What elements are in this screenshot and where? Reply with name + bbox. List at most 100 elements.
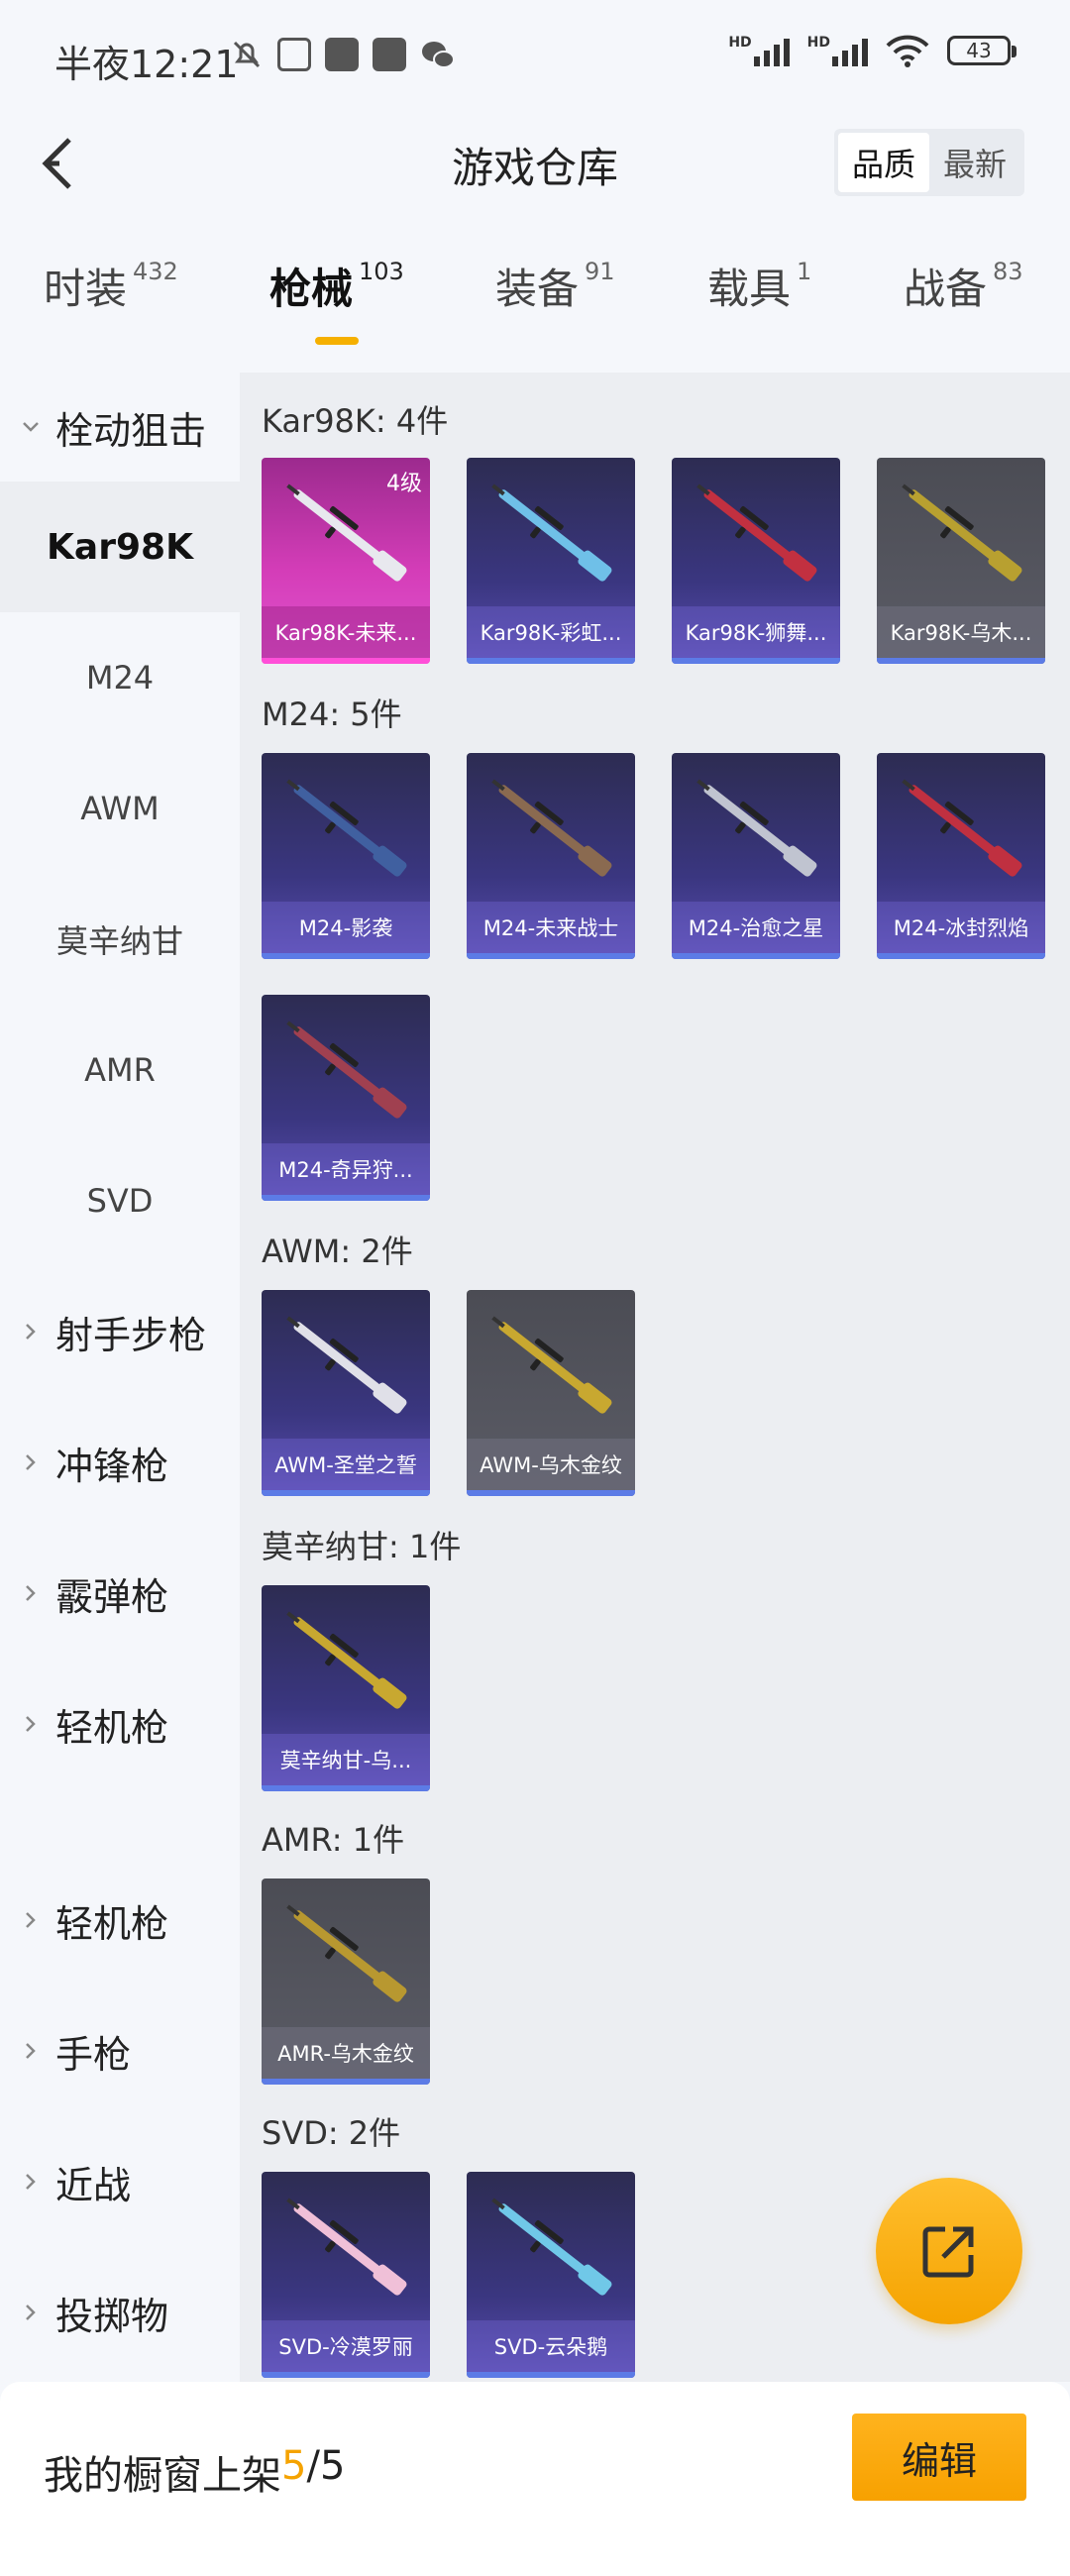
sidebar-item-label: 莫辛纳甘 (55, 922, 183, 960)
sidebar-category-pistol[interactable]: 手枪 (0, 1986, 240, 2116)
tab-count: 1 (797, 258, 812, 285)
rifle-image (491, 1316, 612, 1414)
chevron-right-icon (22, 2173, 40, 2191)
nfc-icon (277, 38, 311, 71)
skin-card[interactable]: M24-治愈之星 (672, 753, 840, 959)
skin-card[interactable]: SVD-冷漠罗丽 (262, 2172, 430, 2378)
skin-name: Kar98K-未来... (274, 621, 417, 645)
category-tabs: 时装 432 枪械 103 装备 91 载具 1 战备 83 (0, 256, 1070, 355)
tab-label: 载具 (707, 265, 792, 313)
chevron-down-icon (22, 418, 40, 436)
skin-name-strip: Kar98K-狮舞... (672, 606, 840, 658)
rarity-bar (467, 953, 635, 959)
sidebar-category-melee[interactable]: 近战 (0, 2116, 240, 2247)
skin-card[interactable]: SVD-云朵鹅 (467, 2172, 635, 2378)
section-title-m24: M24: 5件 (262, 696, 402, 733)
showcase-bar: 我的橱窗上架 5/5 编辑 (0, 2382, 1070, 2576)
wechat-icon (422, 42, 455, 68)
rarity-bar (262, 2079, 430, 2085)
skin-name: AWM-圣堂之誓 (274, 1453, 417, 1477)
rifle-image (491, 779, 612, 877)
rifle-image (286, 1611, 407, 1709)
rarity-bar (877, 953, 1045, 959)
chevron-right-icon (22, 1911, 40, 1929)
sidebar-category-label: 射手步枪 (55, 1313, 207, 1357)
sort-quality-button[interactable]: 品质 (838, 133, 929, 192)
sort-latest-button[interactable]: 最新 (929, 133, 1020, 192)
skin-card[interactable]: Kar98K-乌木... (877, 458, 1045, 664)
tab-label: 枪械 (269, 265, 354, 313)
app-icon (373, 38, 406, 71)
chevron-right-icon (22, 1715, 40, 1733)
skin-card[interactable]: 4级 Kar98K-未来... (262, 458, 430, 664)
skin-card[interactable]: AWM-乌木金纹 (467, 1290, 635, 1496)
weapon-skin-grid: Kar98K: 4件 4级 Kar98K-未来... Kar98K-彩虹... K… (240, 373, 1070, 2382)
active-tab-indicator (314, 337, 359, 345)
rifle-image (902, 779, 1022, 877)
sidebar-category-throwables[interactable]: 投掷物 (0, 2247, 240, 2378)
rarity-bar (672, 953, 840, 959)
skin-card[interactable]: M24-影袭 (262, 753, 430, 959)
sidebar-category-shotgun[interactable]: 霰弹枪 (0, 1528, 240, 1659)
sidebar-category-lmg[interactable]: 轻机枪 (0, 1659, 240, 1789)
sidebar-item-amr[interactable]: AMR (0, 1005, 240, 1135)
skin-card[interactable]: AWM-圣堂之誓 (262, 1290, 430, 1496)
skin-name-strip: SVD-冷漠罗丽 (262, 2320, 430, 2372)
rarity-bar (467, 1490, 635, 1496)
sidebar-category-lmg-2[interactable]: 轻机枪 (0, 1855, 240, 1986)
skin-name-strip: Kar98K-彩虹... (467, 606, 635, 658)
skin-name-strip: M24-奇异狩... (262, 1143, 430, 1195)
edit-button[interactable]: 编辑 (852, 2414, 1026, 2501)
skin-card[interactable]: AMR-乌木金纹 (262, 1878, 430, 2085)
mute-bell-icon (233, 41, 261, 68)
sidebar-item-label: AWM (80, 790, 160, 827)
skin-card[interactable]: M24-未来战士 (467, 753, 635, 959)
tab-vehicles[interactable]: 载具 1 (707, 256, 811, 345)
skin-name-strip: 莫辛纳甘-乌... (262, 1734, 430, 1785)
rarity-bar (262, 1785, 430, 1791)
sort-toggle: 品质 最新 (834, 129, 1024, 196)
rarity-bar (877, 658, 1045, 664)
chevron-right-icon (22, 1453, 40, 1471)
skin-name: M24-影袭 (298, 916, 393, 940)
showcase-separator: / (306, 2443, 320, 2489)
tab-fashion[interactable]: 时装 432 (44, 256, 178, 345)
skin-name-strip: Kar98K-未来... (262, 606, 430, 658)
sidebar-category-bolt-action[interactable]: 栓动狙击 (0, 373, 240, 482)
sidebar-item-awm[interactable]: AWM (0, 743, 240, 874)
tab-equipment[interactable]: 装备 91 (495, 256, 615, 345)
notification-icons (230, 38, 456, 71)
status-time: 半夜12:21 (54, 43, 239, 86)
skin-card[interactable]: M24-奇异狩... (262, 995, 430, 1201)
skin-name: M24-未来战士 (482, 916, 619, 940)
tab-weapons[interactable]: 枪械 103 (269, 256, 404, 345)
section-title-amr: AMR: 1件 (262, 1821, 405, 1859)
sidebar-item-m24[interactable]: M24 (0, 612, 240, 743)
skin-name-strip: AWM-乌木金纹 (467, 1439, 635, 1490)
sidebar-item-label: Kar98K (47, 526, 193, 568)
skin-name-strip: AMR-乌木金纹 (262, 2027, 430, 2079)
share-button[interactable] (876, 2178, 1022, 2324)
tab-label: 战备 (904, 265, 988, 313)
sidebar-category-smg[interactable]: 冲锋枪 (0, 1397, 240, 1528)
skin-card[interactable]: Kar98K-彩虹... (467, 458, 635, 664)
skin-card[interactable]: 莫辛纳甘-乌... (262, 1585, 430, 1791)
level-badge: 4级 (386, 472, 422, 496)
hd-label: HD (728, 35, 752, 51)
tab-count: 83 (993, 258, 1023, 285)
rarity-bar (262, 1195, 430, 1201)
rarity-bar (262, 658, 430, 664)
header: 游戏仓库 品质 最新 (0, 119, 1070, 208)
sidebar-category-label: 轻机枪 (55, 1705, 169, 1750)
section-title-awm: AWM: 2件 (262, 1233, 413, 1270)
sidebar-item-mosin[interactable]: 莫辛纳甘 (0, 874, 240, 1005)
sidebar-item-svd[interactable]: SVD (0, 1135, 240, 1266)
signal-icon (753, 35, 790, 66)
sidebar-item-kar98k[interactable]: Kar98K (0, 482, 240, 612)
rarity-bar (672, 658, 840, 664)
tab-battle-gear[interactable]: 战备 83 (904, 256, 1023, 345)
chevron-right-icon (22, 2042, 40, 2060)
sidebar-category-dmr[interactable]: 射手步枪 (0, 1266, 240, 1397)
skin-card[interactable]: M24-冰封烈焰 (877, 753, 1045, 959)
skin-card[interactable]: Kar98K-狮舞... (672, 458, 840, 664)
